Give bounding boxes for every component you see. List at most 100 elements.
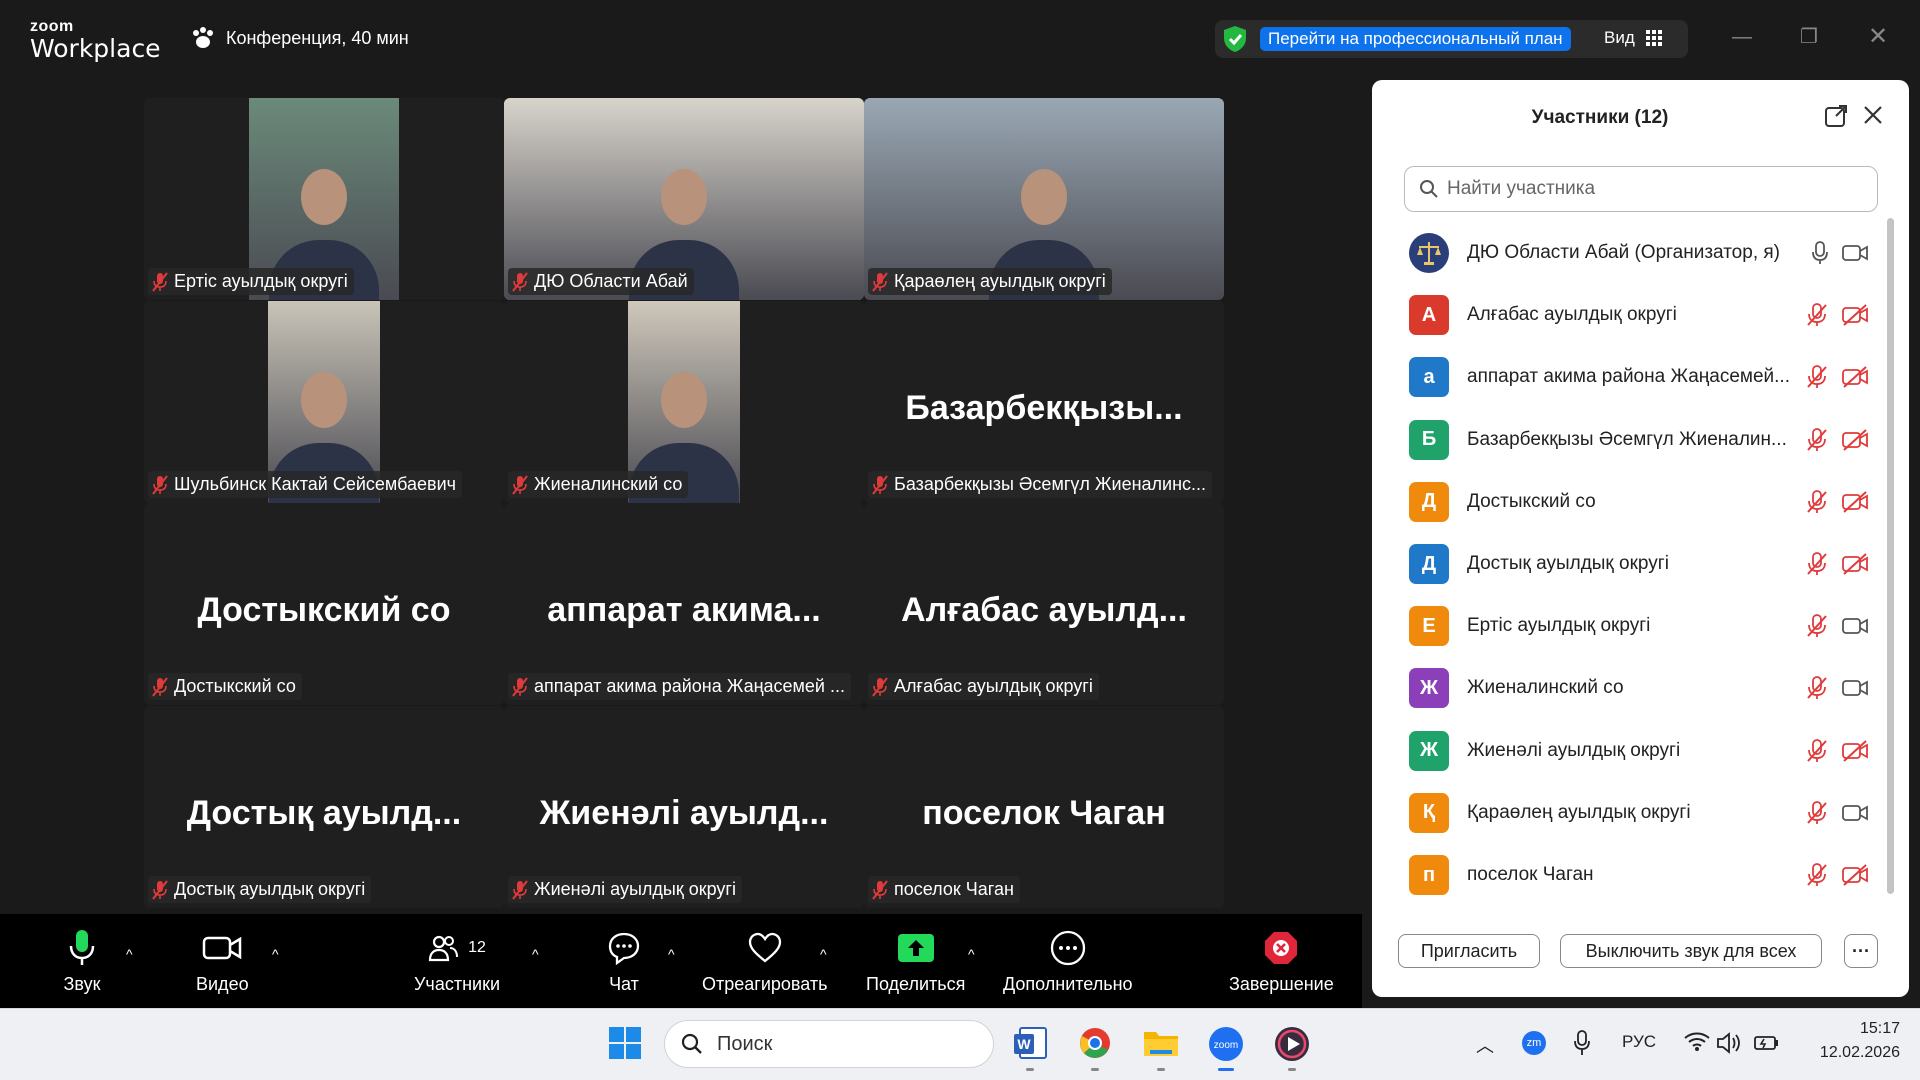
camera-icon[interactable] (1842, 678, 1868, 698)
grid-view-icon[interactable] (1646, 30, 1662, 46)
participants-options-caret[interactable]: ^ (532, 946, 539, 962)
tile-name-label: Базарбекқызы Әсемгүл Жиеналинс... (894, 474, 1207, 494)
mic-off-icon[interactable] (1806, 614, 1828, 638)
audio-options-caret[interactable]: ^ (126, 946, 133, 962)
meeting-toolbar: Звук ^ Видео ^ 12 Участники ^ Чат ^ Отре… (0, 914, 1362, 1008)
camera-off-icon[interactable] (1842, 366, 1868, 389)
mic-off-icon (872, 676, 888, 697)
mic-off-icon[interactable] (1806, 427, 1828, 452)
react-button[interactable]: Отреагировать (702, 926, 828, 995)
mic-off-icon (512, 271, 528, 292)
share-options-caret[interactable]: ^ (968, 946, 975, 962)
participant-row[interactable]: Қ Қараөлең ауылдық округі (1400, 782, 1880, 844)
share-button[interactable]: Поделиться (866, 926, 965, 995)
clock-date[interactable]: 12.02.2026 (1800, 1044, 1900, 1062)
participant-row[interactable]: Б Базарбекқызы Әсемгүл Жиеналин... (1400, 409, 1880, 471)
taskbar-search[interactable]: Поиск (664, 1020, 994, 1068)
mic-off-icon[interactable] (1806, 738, 1828, 763)
language-indicator[interactable]: РУС (1622, 1032, 1656, 1052)
zoom-app-icon[interactable]: zoom (1208, 1026, 1244, 1062)
media-player-icon[interactable] (1274, 1026, 1310, 1062)
shield-check-icon[interactable] (1222, 25, 1248, 53)
chrome-icon[interactable] (1078, 1026, 1112, 1060)
camera-off-icon[interactable] (1842, 739, 1868, 762)
participant-row[interactable]: Ж Жиеналинский со (1400, 657, 1880, 719)
video-tile[interactable]: Ертіс ауылдық округі (144, 98, 504, 300)
participant-row[interactable]: ДЮ Области Абай (Организатор, я) (1400, 222, 1880, 284)
mic-off-icon[interactable] (1806, 800, 1828, 825)
camera-icon[interactable] (1842, 243, 1868, 263)
mic-off-icon (152, 474, 168, 495)
video-button[interactable]: Видео (196, 926, 249, 995)
share-screen-icon (897, 934, 934, 962)
volume-icon[interactable] (1716, 1032, 1742, 1054)
participants-button[interactable]: 12 Участники (414, 926, 500, 995)
video-tile[interactable]: Алғабас ауылд... Алғабас ауылдық округі (864, 503, 1224, 705)
tile-nameplate: Достық ауылдық округі (148, 876, 372, 903)
video-tile[interactable]: Шульбинск Кактай Сейсембаевич (144, 301, 504, 503)
mic-tray-icon[interactable] (1574, 1030, 1590, 1056)
video-tile[interactable]: поселок Чаган поселок Чаган (864, 706, 1224, 908)
tile-nameplate: Достыкский со (148, 673, 302, 700)
camera-off-icon[interactable] (1842, 304, 1868, 326)
video-tile[interactable]: Жиеналинский со (504, 301, 864, 503)
audio-button[interactable]: Звук (60, 926, 104, 995)
invite-button[interactable]: Пригласить (1398, 934, 1540, 968)
camera-off-icon[interactable] (1842, 864, 1868, 886)
participant-row[interactable]: Д Достыкский со (1400, 471, 1880, 533)
video-tile[interactable]: Жиенәлі ауылд... Жиенәлі ауылдық округі (504, 706, 864, 908)
video-tile[interactable]: аппарат акима... аппарат акима района Жаң… (504, 503, 864, 705)
meeting-info[interactable]: Конференция, 40 мин (190, 26, 409, 50)
participant-row[interactable]: а аппарат акима района Жаңасемей... (1400, 346, 1880, 408)
participant-row[interactable]: А Алғабас ауылдық округі (1400, 284, 1880, 346)
mic-off-icon[interactable] (1806, 489, 1828, 514)
wifi-icon[interactable] (1684, 1032, 1710, 1052)
participant-row[interactable]: п поселок Чаган (1400, 844, 1880, 906)
camera-icon[interactable] (1842, 616, 1868, 636)
panel-scrollbar[interactable] (1887, 218, 1894, 894)
participant-row[interactable]: Е Ертіс ауылдық округі (1400, 595, 1880, 657)
battery-icon[interactable] (1754, 1033, 1780, 1053)
chat-button[interactable]: Чат (602, 926, 646, 995)
minimize-icon[interactable]: — (1732, 26, 1752, 49)
participant-row[interactable]: Д Достық ауылдық округі (1400, 533, 1880, 595)
camera-off-icon[interactable] (1842, 491, 1868, 513)
chat-options-caret[interactable]: ^ (668, 946, 675, 962)
panel-more-button[interactable]: ··· (1844, 934, 1878, 968)
camera-off-icon[interactable] (1842, 553, 1868, 575)
popout-icon[interactable] (1824, 104, 1848, 128)
mic-off-icon[interactable] (1806, 303, 1828, 327)
clock-time[interactable]: 15:17 (1800, 1020, 1900, 1038)
camera-icon[interactable] (1842, 803, 1868, 823)
mic-off-icon[interactable] (1806, 863, 1828, 887)
participant-row[interactable]: Ж Жиенәлі ауылдық округі (1400, 720, 1880, 782)
video-tile[interactable]: Базарбекқызы... Базарбекқызы Әсемгүл Жиен… (864, 301, 1224, 503)
restore-icon[interactable]: ❐ (1800, 24, 1818, 49)
word-icon[interactable]: W (1012, 1026, 1048, 1060)
participant-search-input[interactable]: Найти участника (1404, 166, 1878, 212)
chevron-up-icon[interactable]: ︿ (1476, 1032, 1494, 1058)
close-panel-icon[interactable] (1862, 104, 1884, 126)
more-button[interactable]: Дополнительно (1003, 926, 1133, 995)
avatar: а (1409, 357, 1449, 398)
video-tile[interactable]: Достық ауылд... Достық ауылдық округі (144, 706, 504, 908)
mic-off-icon[interactable] (1806, 365, 1828, 389)
tile-nameplate: аппарат акима района Жаңасемей ... (508, 673, 851, 700)
video-tile[interactable]: Қараөлең ауылдық округі (864, 98, 1224, 300)
file-explorer-icon[interactable] (1142, 1028, 1180, 1058)
mic-icon[interactable] (1812, 241, 1828, 265)
mic-off-icon[interactable] (1806, 552, 1828, 576)
video-tile[interactable]: Достыкский со Достыкский со (144, 503, 504, 705)
upgrade-plan-button[interactable]: Перейти на профессиональный план (1260, 27, 1571, 51)
mic-off-icon[interactable] (1806, 676, 1828, 700)
mute-all-button[interactable]: Выключить звук для всех (1560, 934, 1822, 968)
react-options-caret[interactable]: ^ (820, 946, 827, 962)
zoom-tray-icon[interactable]: zm (1522, 1031, 1546, 1055)
video-options-caret[interactable]: ^ (272, 946, 279, 962)
camera-off-icon[interactable] (1842, 428, 1868, 451)
windows-start-icon[interactable] (608, 1026, 642, 1060)
video-tile[interactable]: ДЮ Области Абай (504, 98, 864, 300)
close-window-icon[interactable]: ✕ (1868, 22, 1888, 51)
end-meeting-button[interactable]: Завершение (1229, 926, 1334, 995)
view-button[interactable]: Вид (1604, 28, 1635, 48)
